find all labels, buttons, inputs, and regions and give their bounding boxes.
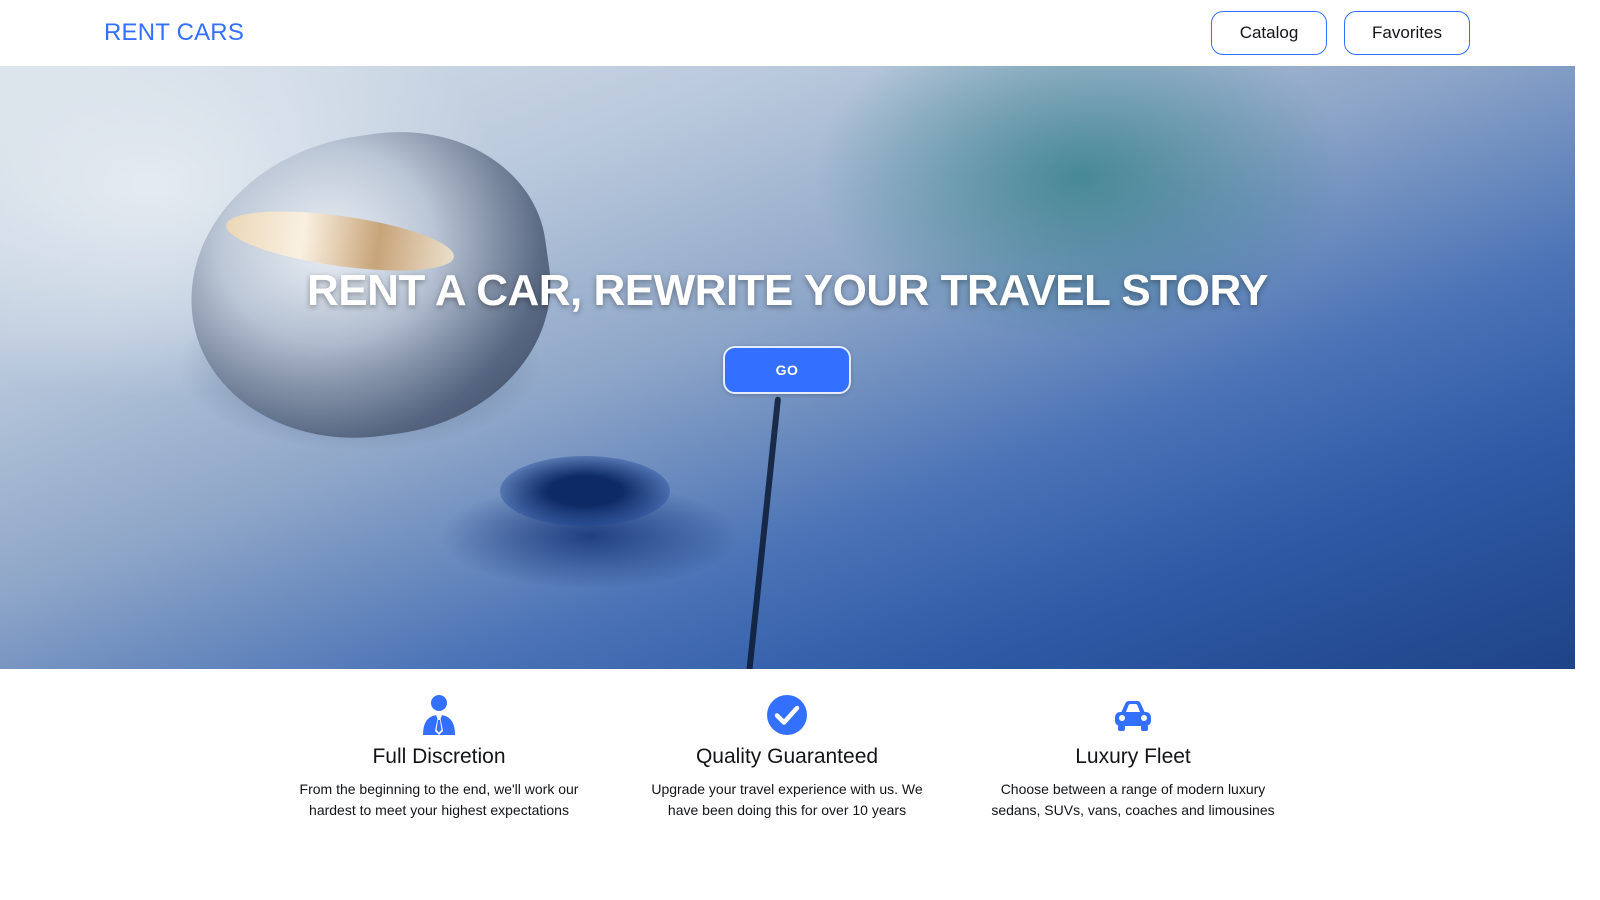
car-icon	[1115, 701, 1151, 731]
go-button[interactable]: GO	[723, 346, 851, 394]
hero-title: RENT A CAR, REWRITE YOUR TRAVEL STORY	[307, 266, 1268, 315]
logo-link[interactable]: RENT CARS	[104, 19, 244, 47]
feature-title: Quality Guaranteed	[695, 745, 879, 768]
favorites-nav-button[interactable]: Favorites	[1344, 11, 1470, 55]
site-header: RENT CARS Catalog Favorites	[0, 0, 1600, 66]
feature-luxury-fleet: Luxury Fleet Choose between a range of m…	[973, 693, 1293, 821]
feature-description: From the beginning to the end, we'll wor…	[299, 781, 579, 818]
feature-title: Luxury Fleet	[1075, 745, 1191, 768]
check-circle-icon	[767, 695, 807, 735]
person-tie-icon	[423, 695, 455, 735]
feature-title: Full Discretion	[372, 745, 506, 768]
hero-door-seam-image	[744, 396, 782, 669]
feature-quality-guaranteed: Quality Guaranteed Upgrade your travel e…	[627, 693, 947, 821]
feature-description: Choose between a range of modern luxury …	[991, 781, 1275, 818]
feature-full-discretion: Full Discretion From the beginning to th…	[279, 693, 599, 821]
features-section: Full Discretion From the beginning to th…	[0, 669, 1575, 900]
hero-banner: RENT A CAR, REWRITE YOUR TRAVEL STORY GO	[0, 66, 1575, 669]
catalog-nav-button[interactable]: Catalog	[1211, 11, 1327, 55]
hero-door-handle-image	[500, 456, 670, 526]
feature-description: Upgrade your travel experience with us. …	[651, 781, 923, 818]
